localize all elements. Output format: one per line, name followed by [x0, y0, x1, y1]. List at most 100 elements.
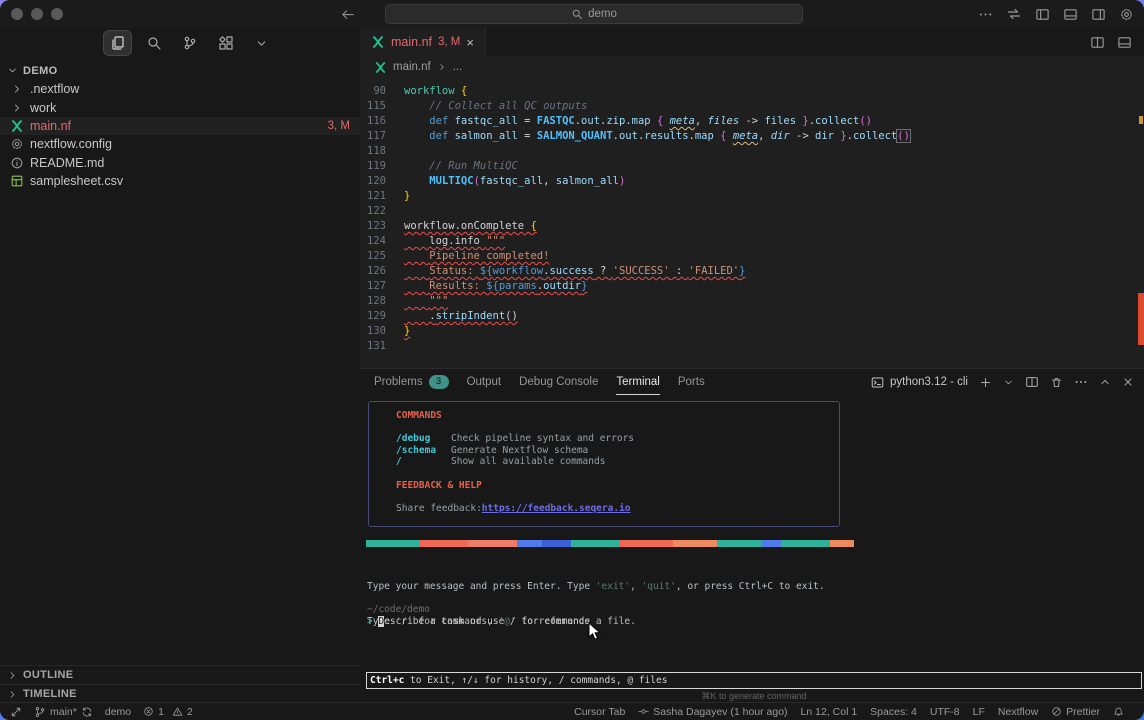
explorer-icon[interactable]: [104, 31, 131, 55]
command-center-search[interactable]: demo: [385, 4, 803, 24]
breadcrumb-more[interactable]: ...: [453, 61, 463, 73]
maximize-panel-icon[interactable]: [1099, 376, 1111, 388]
feedback-link[interactable]: https://feedback.seqera.io: [482, 503, 631, 515]
status-item-label: Nextflow: [998, 706, 1038, 718]
close-panel-icon[interactable]: [1122, 376, 1134, 388]
branch-indicator[interactable]: main*: [34, 706, 93, 718]
explorer-section-header[interactable]: DEMO: [0, 61, 360, 80]
gear-icon: [8, 137, 25, 151]
file-row-samplesheet-csv[interactable]: samplesheet.csv: [0, 172, 360, 190]
sync-arrows-icon[interactable]: [1006, 6, 1022, 22]
line-number: 115: [360, 99, 404, 114]
command-name: /schema: [396, 445, 451, 457]
status-item-prettier[interactable]: Prettier: [1051, 706, 1100, 718]
code-text: }: [404, 189, 410, 204]
command-row: /Show all available commands: [396, 456, 839, 468]
toggle-secondary-sidebar-icon[interactable]: [1091, 7, 1106, 22]
source-control-icon[interactable]: [176, 31, 203, 55]
panel-tab-problems[interactable]: Problems3: [374, 369, 449, 395]
outline-section[interactable]: OUTLINE: [0, 665, 360, 684]
status-item-nextflow[interactable]: Nextflow: [998, 706, 1038, 718]
terminal-instance[interactable]: python3.12 - cli: [871, 376, 968, 389]
terminal-viewport[interactable]: COMMANDS /debugCheck pipeline syntax and…: [360, 395, 1144, 703]
file-row-nextflow-config[interactable]: nextflow.config: [0, 135, 360, 153]
status-item-utf-8[interactable]: UTF-8: [930, 706, 960, 718]
file-row-readme-md[interactable]: README.md: [0, 154, 360, 172]
status-item-label: Sasha Dagayev (1 hour ago): [653, 706, 787, 718]
code-text: // Collect all QC outputs: [404, 99, 587, 114]
command-description: Show all available commands: [451, 456, 605, 468]
section-chevron-icon: [7, 65, 18, 76]
project-label: demo: [105, 706, 131, 718]
breadcrumb[interactable]: main.nf ...: [360, 56, 1144, 78]
split-editor-icon[interactable]: [1090, 35, 1105, 50]
more-actions-icon[interactable]: [978, 7, 993, 22]
project-name[interactable]: demo: [105, 706, 131, 718]
status-item-label: Prettier: [1066, 706, 1100, 718]
status-item-label: Cursor Tab: [574, 706, 625, 718]
error-icon: [143, 706, 154, 717]
split-terminal-icon[interactable]: [1025, 375, 1039, 389]
status-item-lf[interactable]: LF: [973, 706, 985, 718]
line-number: 131: [360, 339, 404, 354]
chevron-right-icon: [7, 670, 18, 681]
remote-indicator[interactable]: [10, 706, 22, 718]
search-view-icon[interactable]: [140, 31, 167, 55]
file-label: README.md: [30, 156, 104, 170]
titlebar: demo: [0, 0, 1144, 29]
chevron-right-icon: [437, 62, 447, 72]
code-line-130: 130}: [360, 324, 1144, 339]
panel-tab-debug-console[interactable]: Debug Console: [519, 369, 598, 395]
new-terminal-icon[interactable]: [979, 376, 992, 389]
file-row-main-nf[interactable]: main.nf3, M: [0, 117, 360, 135]
timeline-section[interactable]: TIMELINE: [0, 684, 360, 703]
breadcrumb-file[interactable]: main.nf: [393, 61, 431, 73]
status-right: Cursor Tab Sasha Dagayev (1 hour ago) Ln 1…: [574, 706, 1124, 718]
customize-layout-icon[interactable]: [1119, 7, 1134, 22]
panel-tab-output[interactable]: Output: [467, 369, 502, 395]
traffic-lights: [11, 8, 63, 20]
status-item-spaces-4[interactable]: Spaces: 4: [870, 706, 917, 718]
file-row--nextflow[interactable]: .nextflow: [0, 80, 360, 98]
terminal-hints: Type your message and press Enter. Type …: [367, 558, 825, 651]
code-line-126: 126 Status: ${workflow.success ? 'SUCCES…: [360, 264, 1144, 279]
toggle-panel-icon[interactable]: [1063, 7, 1078, 22]
status-bar: main* demo 1 2 Cursor Tab Sasha Dagayev (…: [0, 702, 1144, 720]
code-line-115: 115 // Collect all QC outputs: [360, 99, 1144, 114]
tab-main-nf[interactable]: main.nf 3, M ×: [360, 28, 486, 56]
status-item-label: Spaces: 4: [870, 706, 917, 718]
input-bar-shortcut: Ctrl+c: [370, 675, 404, 687]
minimize-window-button[interactable]: [31, 8, 43, 20]
status-item-label: Ln 12, Col 1: [801, 706, 858, 718]
panel-more-icon[interactable]: [1074, 375, 1088, 389]
zoom-window-button[interactable]: [51, 8, 63, 20]
status-item-cursor-tab[interactable]: Cursor Tab: [574, 706, 625, 718]
code-line-131: 131: [360, 339, 1144, 354]
panel-tab-ports[interactable]: Ports: [678, 369, 705, 395]
file-label: samplesheet.csv: [30, 174, 123, 188]
prompt-line[interactable]: > Describe a task or use / for commands: [367, 616, 590, 628]
kill-terminal-icon[interactable]: [1050, 376, 1063, 389]
code-line-117: 117 def salmon_all = SALMON_QUANT.out.re…: [360, 129, 1144, 144]
status-item-ln-12-col-1[interactable]: Ln 12, Col 1: [801, 706, 858, 718]
tab-close-icon[interactable]: ×: [466, 36, 474, 49]
more-views-chevron-icon[interactable]: [248, 31, 275, 55]
terminal-dropdown-chevron-icon[interactable]: [1003, 377, 1014, 388]
code-text: workflow {: [404, 84, 467, 99]
line-number: 121: [360, 189, 404, 204]
back-icon[interactable]: [340, 7, 355, 22]
toggle-sidebar-icon[interactable]: [1035, 7, 1050, 22]
extensions-icon[interactable]: [212, 31, 239, 55]
tab-problems-badge: 3, M: [438, 36, 460, 48]
cli-input-bar[interactable]: Ctrl+c to Exit, ↑/↓ for history, / comma…: [366, 672, 1142, 689]
vscode-window: demo DEMO: [0, 0, 1144, 720]
file-row-work[interactable]: work: [0, 98, 360, 116]
panel-tab-terminal[interactable]: Terminal: [616, 369, 659, 395]
rainbow-segment: [420, 540, 469, 547]
problems-indicator[interactable]: 1 2: [143, 706, 193, 718]
close-window-button[interactable]: [11, 8, 23, 20]
line-number: 120: [360, 174, 404, 189]
status-item-bell-button[interactable]: [1113, 706, 1124, 717]
status-item-sasha-dagayev-1-hour-ago-[interactable]: Sasha Dagayev (1 hour ago): [638, 706, 787, 718]
editor-layout-icon[interactable]: [1117, 35, 1132, 50]
